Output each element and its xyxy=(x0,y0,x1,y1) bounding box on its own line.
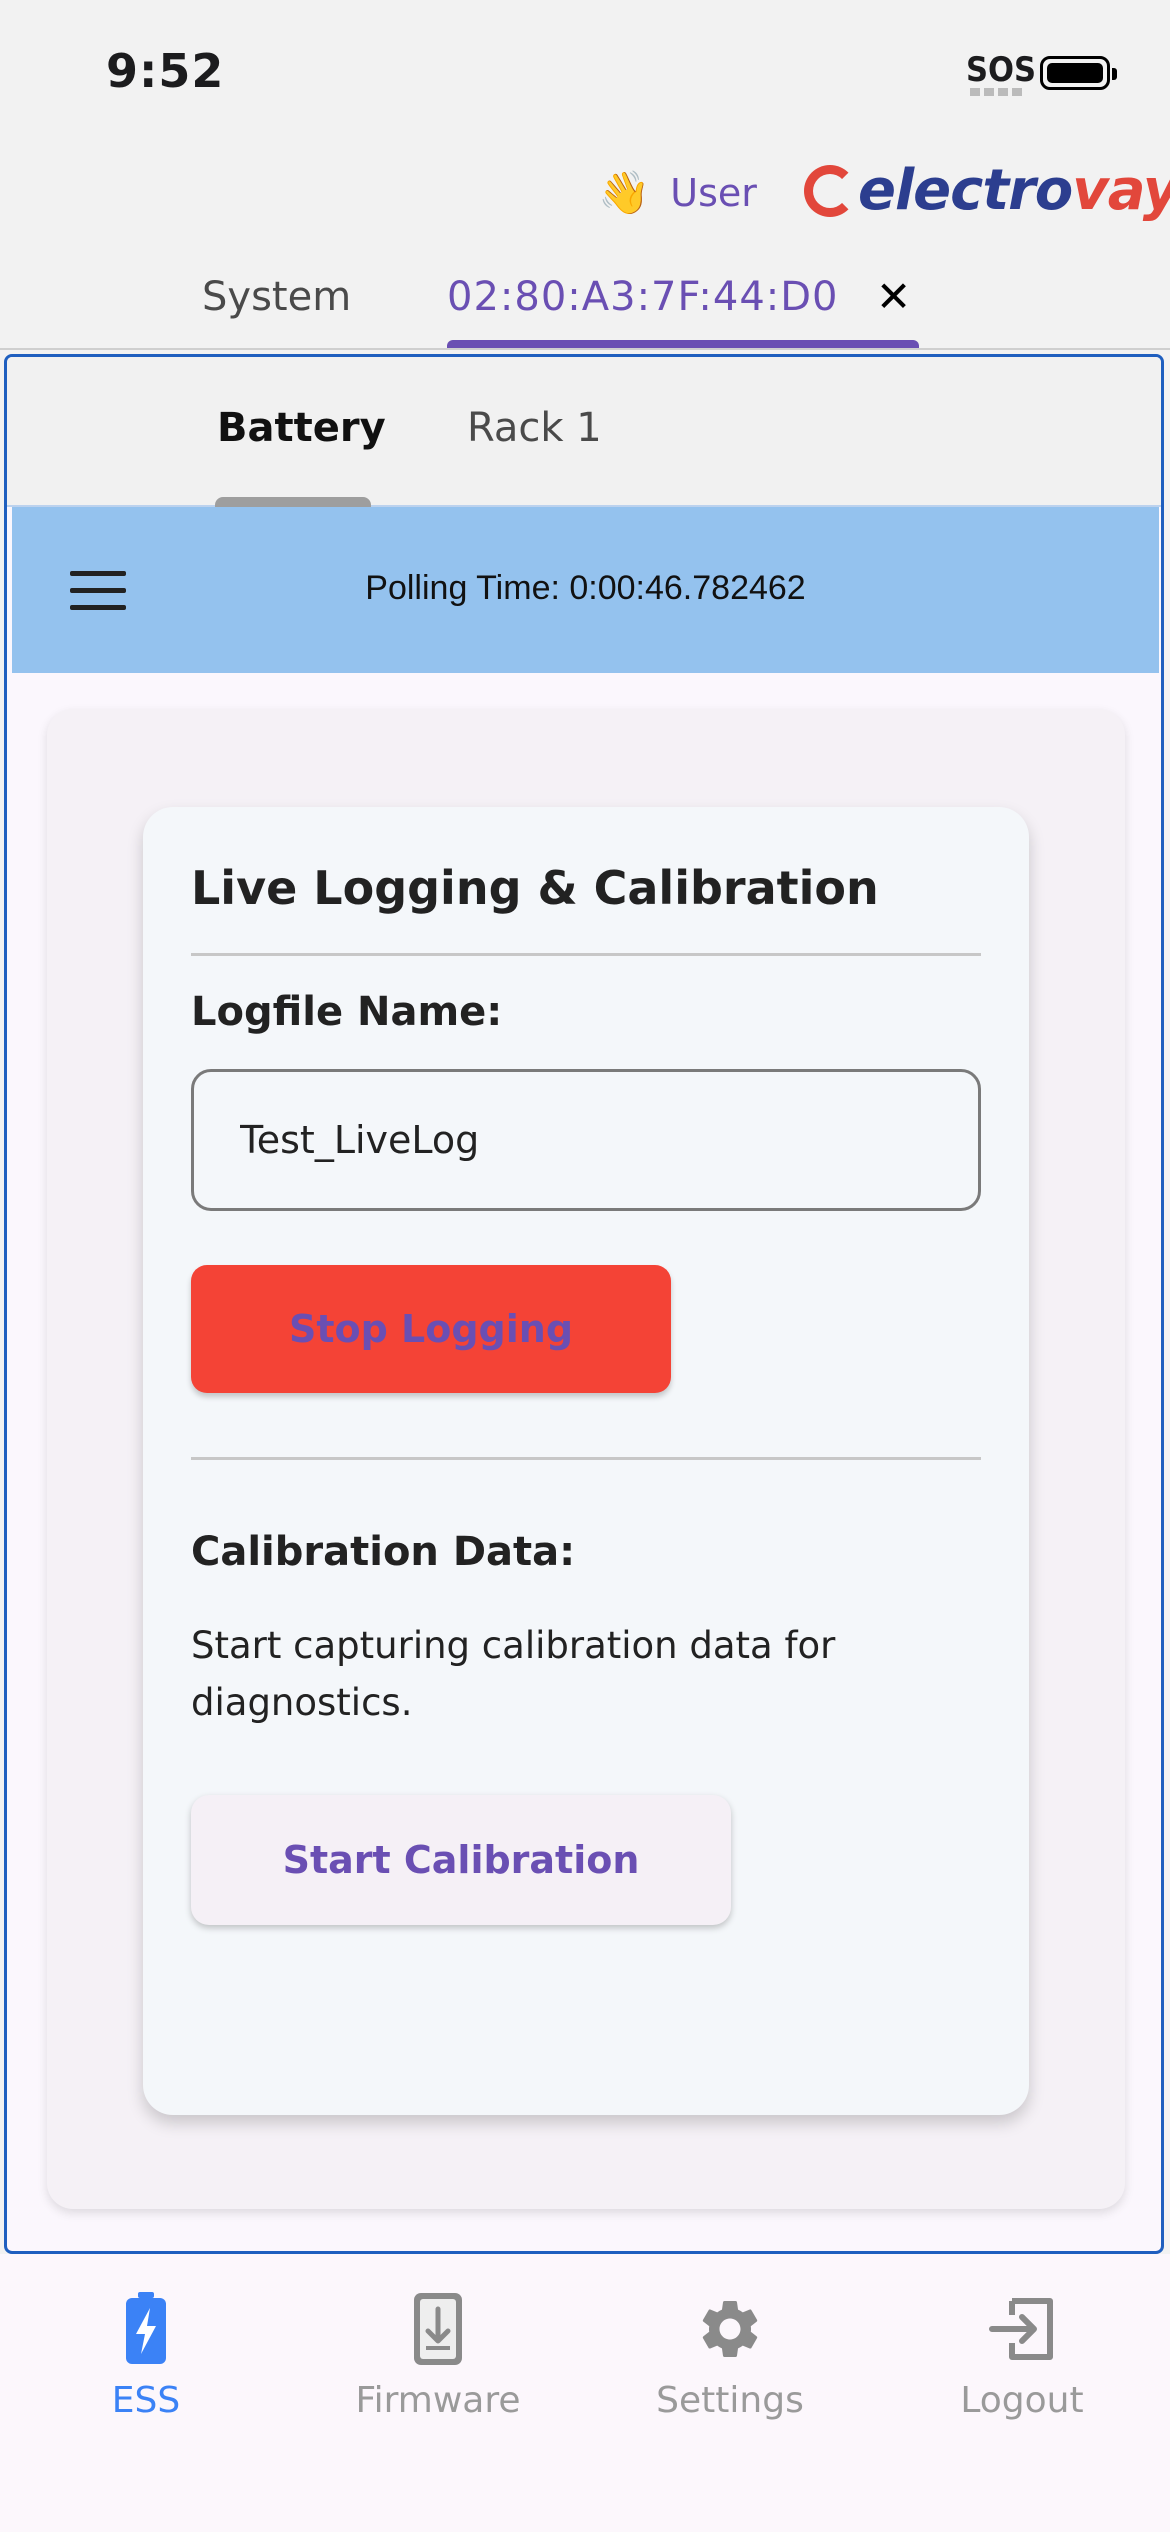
polling-bar: Polling Time: 0:00:46.782462 xyxy=(12,507,1159,673)
nav-ess[interactable]: ESS xyxy=(0,2284,292,2421)
sub-tab-indicator xyxy=(215,497,371,507)
nav-firmware-label: Firmware xyxy=(355,2380,521,2421)
nav-settings-label: Settings xyxy=(656,2380,804,2421)
sub-tabs: Battery Rack 1 xyxy=(7,357,1161,507)
battery-status-icon xyxy=(1040,56,1117,90)
user-menu[interactable]: 👋 User xyxy=(598,168,757,218)
nav-firmware[interactable]: Firmware xyxy=(292,2284,584,2421)
firmware-download-icon xyxy=(414,2293,462,2365)
divider xyxy=(191,953,981,956)
calibration-label: Calibration Data: xyxy=(191,1529,576,1575)
divider xyxy=(191,1457,981,1460)
tab-system[interactable]: System xyxy=(202,274,351,320)
logfile-input[interactable] xyxy=(191,1069,981,1211)
wave-hand-icon: 👋 xyxy=(598,168,651,217)
bottom-nav: ESS Firmware Settings Logout xyxy=(0,2254,1170,2532)
logo-text-a: electro xyxy=(858,158,1073,223)
tab-device[interactable]: 02:80:A3:7F:44:D0 xyxy=(447,274,839,320)
sub-tab-battery[interactable]: Battery xyxy=(217,405,386,451)
device-frame: Battery Rack 1 Polling Time: 0:00:46.782… xyxy=(4,354,1164,2254)
top-tabs: System 02:80:A3:7F:44:D0 ✕ xyxy=(0,262,1170,350)
stop-logging-button[interactable]: Stop Logging xyxy=(191,1265,671,1393)
gear-icon xyxy=(702,2301,758,2357)
electrovaya-logo: electrovaya xyxy=(804,158,1170,223)
start-calibration-button[interactable]: Start Calibration xyxy=(191,1795,731,1925)
user-label: User xyxy=(670,171,757,215)
card-title: Live Logging & Calibration xyxy=(191,861,879,915)
sos-indicator: SOS xyxy=(966,50,1037,90)
nav-logout[interactable]: Logout xyxy=(876,2284,1168,2421)
polling-time: Polling Time: 0:00:46.782462 xyxy=(365,569,806,607)
logo-swoosh-icon xyxy=(804,164,856,217)
logfile-label: Logfile Name: xyxy=(191,989,503,1035)
status-bar: 9:52 SOS xyxy=(0,0,1170,140)
sub-tab-rack[interactable]: Rack 1 xyxy=(467,405,602,451)
logging-card: Live Logging & Calibration Logfile Name:… xyxy=(143,807,1029,2115)
signal-dots-icon xyxy=(970,88,1024,96)
nav-logout-label: Logout xyxy=(960,2380,1084,2421)
tab-indicator xyxy=(447,340,919,348)
logout-icon xyxy=(989,2298,1053,2360)
calibration-description: Start capturing calibration data for dia… xyxy=(191,1624,836,1724)
battery-bolt-icon xyxy=(126,2292,166,2364)
nav-settings[interactable]: Settings xyxy=(584,2284,876,2421)
status-time: 9:52 xyxy=(106,44,225,98)
nav-ess-label: ESS xyxy=(111,2380,181,2421)
close-tab-icon[interactable]: ✕ xyxy=(876,272,911,321)
content-panel: Live Logging & Calibration Logfile Name:… xyxy=(47,709,1125,2209)
logo-text-b: vaya xyxy=(1072,158,1170,223)
